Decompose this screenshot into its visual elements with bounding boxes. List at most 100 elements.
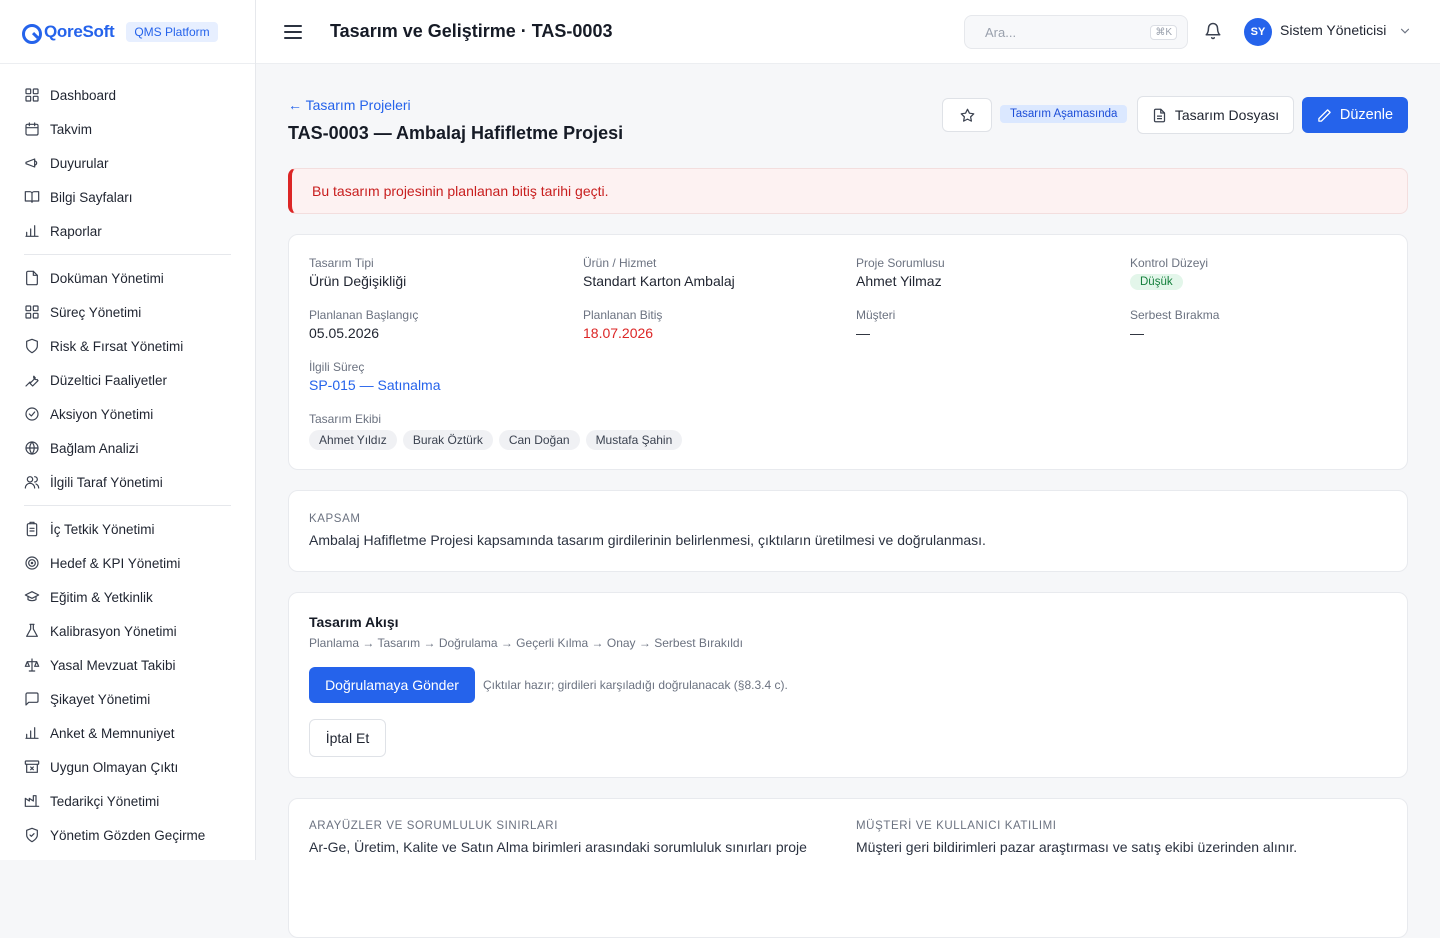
interfaces-section: ARAYÜZLER VE SORUMLULUK SINIRLARI Ar-Ge,…	[309, 820, 819, 855]
field-design-type: Tasarım Tipi Ürün Değişikliği	[309, 256, 406, 289]
search-placeholder: Ara...	[985, 24, 1017, 40]
chevron-down-icon[interactable]	[1398, 24, 1412, 38]
file-icon	[1153, 108, 1165, 122]
sidebar-item[interactable]: Yasal Mevzuat Takibi	[24, 648, 231, 682]
sidebar-item[interactable]: Duyurular	[24, 146, 231, 180]
favorite-button[interactable]	[942, 98, 992, 132]
interfaces-card: ARAYÜZLER VE SORUMLULUK SINIRLARI Ar-Ge,…	[288, 798, 1408, 938]
field-planned-end: Planlanan Bitiş 18.07.2026	[583, 308, 662, 341]
process-link[interactable]: SP-015 — Satınalma	[309, 377, 441, 393]
sidebar-item[interactable]: Dashboard	[24, 78, 231, 112]
sidebar-item[interactable]: Yönetim Gözden Geçirme	[24, 818, 231, 852]
sidebar-item-label: Düzeltici Faaliyetler	[50, 372, 168, 388]
field-value: Ahmet Yilmaz	[856, 273, 942, 289]
sidebar-item[interactable]: Şikayet Yönetimi	[24, 682, 231, 716]
sidebar-item[interactable]: Bilgi Sayfaları	[24, 180, 231, 214]
sidebar-item[interactable]: Raporlar	[24, 214, 231, 248]
field-label: Planlanan Başlangıç	[309, 308, 419, 322]
field-label: Kontrol Düzeyi	[1130, 256, 1209, 270]
sidebar-item-label: Doküman Yönetimi	[50, 270, 164, 286]
sidebar-nav: Dashboard Takvim Duyurular Bilgi Sayfaları R…	[0, 64, 255, 852]
sidebar-item[interactable]: Aksiyon Yönetimi	[24, 397, 231, 431]
sidebar-item-label: Kalibrasyon Yönetimi	[50, 623, 177, 639]
team-member-chip: Burak Öztürk	[402, 430, 493, 450]
sidebar-item[interactable]: Tedarikçi Yönetimi	[24, 784, 231, 818]
sidebar: QoreSoft QMS Platform Dashboard Takvim Duy…	[0, 0, 256, 860]
sidebar-item-label: Hedef & KPI Yönetimi	[50, 555, 181, 571]
brand-name: QoreSoft	[44, 21, 115, 41]
topbar: Tasarım ve Geliştirme · TAS-0003 Ara... …	[256, 0, 1440, 64]
sidebar-item[interactable]: Süreç Yönetimi	[24, 295, 231, 329]
sidebar-item-label: Raporlar	[50, 223, 102, 239]
sidebar-item-label: Eğitim & Yetkinlik	[50, 589, 153, 605]
send-note: Çıktılar hazır; girdileri karşıladığı do…	[483, 678, 788, 692]
sidebar-item-label: Uygun Olmayan Çıktı	[50, 759, 179, 775]
edit-button[interactable]: Düzenle	[1302, 97, 1408, 133]
menu-toggle-icon[interactable]	[284, 24, 302, 39]
sidebar-item[interactable]: Kalibrasyon Yönetimi	[24, 614, 231, 648]
search-input[interactable]: Ara... ⌘K	[964, 15, 1188, 49]
flow-steps: Planlama → Tasarım → Doğrulama → Geçerli…	[309, 636, 743, 650]
sidebar-item[interactable]: Hedef & KPI Yönetimi	[24, 546, 231, 580]
user-name[interactable]: Sistem Yöneticisi	[1280, 22, 1386, 38]
star-icon	[960, 108, 974, 122]
field-value: Ürün Değişikliği	[309, 273, 407, 289]
interfaces-caption: ARAYÜZLER VE SORUMLULUK SINIRLARI	[309, 820, 559, 832]
wrench-icon	[24, 372, 40, 388]
sidebar-item[interactable]: İç Tetkik Yönetimi	[24, 512, 231, 546]
status-badge: Tasarım Aşamasında	[1000, 105, 1128, 123]
sidebar-item-label: Anket & Memnuniyet	[50, 725, 175, 741]
field-label: Planlanan Bitiş	[583, 308, 663, 322]
field-label: Ürün / Hizmet	[583, 256, 657, 270]
field-process: İlgili Süreç SP-015 — Satınalma	[309, 360, 441, 393]
field-label: İlgili Süreç	[309, 360, 365, 374]
pencil-icon	[1318, 108, 1331, 122]
field-team: Tasarım Ekibi Ahmet Yıldız Burak Öztürk Ca…	[309, 412, 683, 450]
platform-badge: QMS Platform	[126, 21, 218, 42]
sidebar-item[interactable]: Bağlam Analizi	[24, 431, 231, 465]
sidebar-item-label: Bağlam Analizi	[50, 440, 139, 456]
scope-text: Ambalaj Hafifletme Projesi kapsamında ta…	[309, 532, 986, 548]
design-file-button[interactable]: Tasarım Dosyası	[1137, 96, 1294, 134]
sidebar-item[interactable]: Risk & Fırsat Yönetimi	[24, 329, 231, 363]
sidebar-item[interactable]: Doküman Yönetimi	[24, 261, 231, 295]
sidebar-item-label: İç Tetkik Yönetimi	[50, 521, 155, 537]
avatar[interactable]: SY	[1244, 18, 1272, 46]
nav-divider	[24, 254, 231, 255]
bell-icon[interactable]	[1204, 22, 1224, 42]
bar-chart-icon	[24, 223, 40, 239]
sidebar-item[interactable]: Eğitim & Yetkinlik	[24, 580, 231, 614]
grid-icon	[24, 87, 40, 103]
brand-logo[interactable]: QoreSoft	[20, 21, 115, 44]
sidebar-item[interactable]: Takvim	[24, 112, 231, 146]
customer-involvement-text: Müşteri geri bildirimleri pazar araştırm…	[856, 839, 1298, 855]
back-link[interactable]: ← Tasarım Projeleri	[288, 97, 411, 113]
alert-text: Bu tasarım projesinin planlanan bitiş ta…	[312, 183, 609, 199]
scope-caption: KAPSAM	[309, 513, 361, 525]
field-value: 18.07.2026	[583, 325, 654, 341]
design-flow-card: Tasarım Akışı Planlama → Tasarım → Doğru…	[288, 592, 1408, 778]
sidebar-item[interactable]: İlgili Taraf Yönetimi	[24, 465, 231, 499]
design-file-label: Tasarım Dosyası	[1174, 107, 1280, 123]
field-control-level: Kontrol Düzeyi Düşük	[1130, 256, 1208, 290]
message-icon	[24, 691, 40, 707]
sidebar-item-label: Dashboard	[50, 87, 117, 103]
sidebar-item-label: Duyurular	[50, 155, 109, 171]
field-customer: Müşteri —	[856, 308, 895, 341]
sidebar-item-label: Yasal Mevzuat Takibi	[50, 657, 176, 673]
clipboard-icon	[24, 521, 40, 537]
sidebar-item[interactable]: Uygun Olmayan Çıktı	[24, 750, 231, 784]
customer-involvement-caption: MÜŞTERİ VE KULLANICI KATILIMI	[856, 820, 1057, 832]
check-circle-icon	[24, 406, 40, 422]
cancel-button[interactable]: İptal Et	[309, 719, 386, 757]
sidebar-item[interactable]: Anket & Memnuniyet	[24, 716, 231, 750]
customer-involvement-section: MÜŞTERİ VE KULLANICI KATILIMI Müşteri ge…	[856, 820, 1376, 855]
field-label: Proje Sorumlusu	[856, 256, 945, 270]
send-to-verification-button[interactable]: Doğrulamaya Gönder	[309, 667, 475, 703]
grid-icon	[24, 304, 40, 320]
sidebar-item[interactable]: Düzeltici Faaliyetler	[24, 363, 231, 397]
brand-bar: QoreSoft QMS Platform	[0, 0, 255, 64]
flask-icon	[24, 623, 40, 639]
bar-chart-icon	[24, 725, 40, 741]
users-icon	[24, 474, 40, 490]
